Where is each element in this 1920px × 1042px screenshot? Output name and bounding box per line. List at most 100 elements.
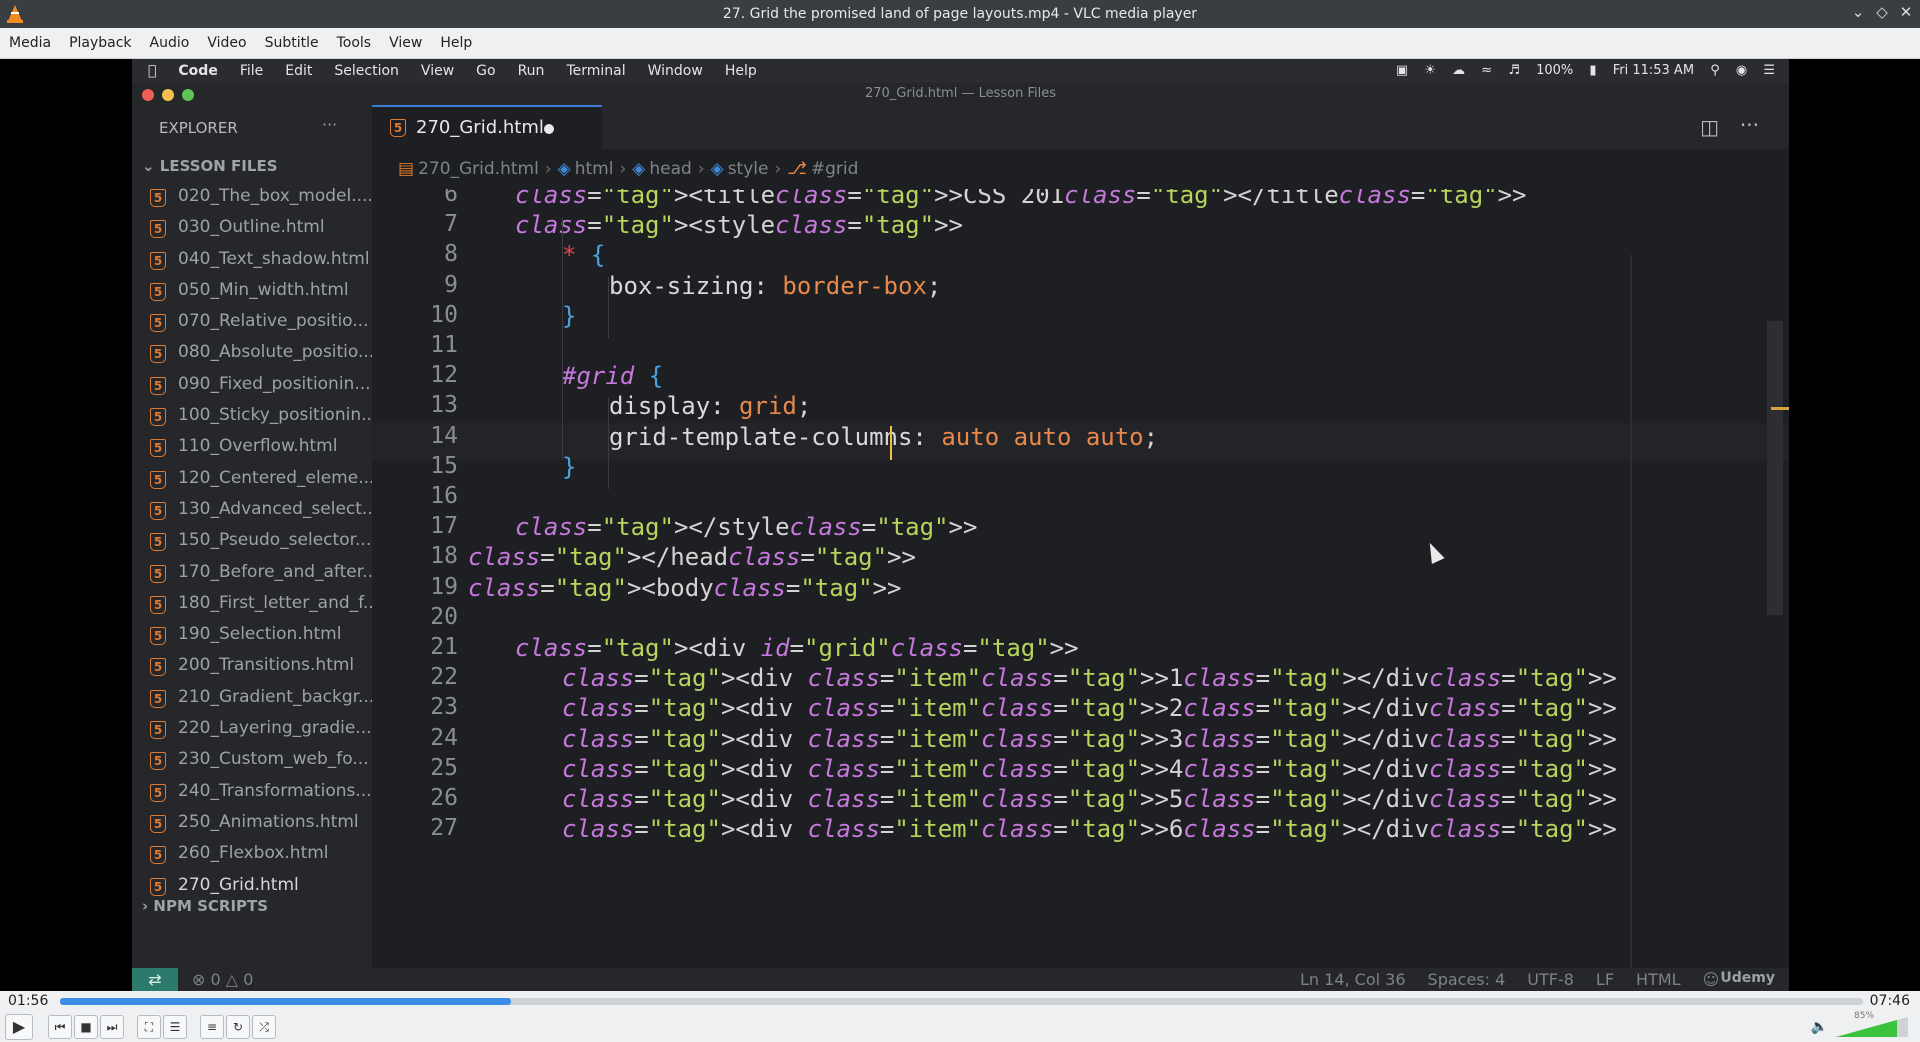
file-item[interactable]: 5 090_Fixed_positionin... <box>132 371 372 402</box>
battery-icon: ▮ <box>1589 63 1597 78</box>
file-item[interactable]: 5 210_Gradient_backgr... <box>132 684 372 715</box>
file-name: 260_Flexbox.html <box>178 843 329 864</box>
file-name: 210_Gradient_backgr... <box>178 686 372 707</box>
maximize-icon[interactable]: ◇ <box>1872 3 1892 21</box>
code-text: display: grid; <box>609 392 812 421</box>
file-item[interactable]: 5 050_Min_width.html <box>132 277 372 308</box>
menu-media[interactable]: Media <box>0 28 60 51</box>
file-item[interactable]: 5 070_Relative_positio... <box>132 308 372 339</box>
line-number: 21 <box>430 634 458 660</box>
code-editor: 5 270_Grid.html ◫ ··· ▤ 270_Grid.html › ◈ ht… <box>372 105 1789 991</box>
file-name: 170_Before_and_after... <box>178 561 372 582</box>
shuffle-button[interactable]: ⤮ <box>252 1015 276 1039</box>
feedback-icon: ☺ <box>1702 970 1720 989</box>
extended-settings-button[interactable]: ☰ <box>163 1015 187 1039</box>
minimize-icon[interactable]: ⌄ <box>1848 3 1868 21</box>
line-number: 13 <box>430 392 458 419</box>
breadcrumb-grid: #grid <box>810 159 859 179</box>
file-item[interactable]: 5 110_Overflow.html <box>132 433 372 464</box>
mac-menu-edit: Edit <box>276 63 312 79</box>
file-item[interactable]: 5 250_Animations.html <box>132 809 372 840</box>
problems-indicator: ⊗ 0 △ 0 <box>192 970 253 989</box>
line-number: 20 <box>430 603 458 630</box>
volume-fill <box>1836 1020 1897 1037</box>
speaker-icon[interactable]: 🔈 <box>1811 1019 1828 1035</box>
file-item[interactable]: 5 040_Text_shadow.html <box>132 246 372 277</box>
line-number: 27 <box>430 815 458 842</box>
scrollbar-thumb <box>1767 321 1783 615</box>
html5-icon: 5 <box>150 470 166 489</box>
menu-subtitle[interactable]: Subtitle <box>256 28 328 51</box>
menu-video[interactable]: Video <box>198 28 255 51</box>
file-name: 180_First_letter_and_f... <box>178 592 372 613</box>
wifi-icon: ≈ <box>1481 63 1493 78</box>
file-item[interactable]: 5 180_First_letter_and_f... <box>132 590 372 621</box>
file-item[interactable]: 5 240_Transformations... <box>132 778 372 809</box>
menu-tools[interactable]: Tools <box>328 28 381 51</box>
line-number: 23 <box>430 694 458 721</box>
file-item[interactable]: 5 100_Sticky_positionin... <box>132 402 372 433</box>
stop-button[interactable]: ■ <box>74 1015 98 1039</box>
file-item[interactable]: 5 150_Pseudo_selector... <box>132 527 372 558</box>
file-name: 080_Absolute_positio... <box>178 342 372 363</box>
line-number: 7 <box>444 211 458 238</box>
file-name: 200_Transitions.html <box>178 655 355 676</box>
remote-icon: ⇄ <box>132 968 178 991</box>
file-name: 120_Centered_eleme... <box>178 467 372 488</box>
file-item[interactable]: 5 230_Custom_web_fo... <box>132 746 372 777</box>
line-number: 11 <box>430 332 458 358</box>
file-item[interactable]: 5 200_Transitions.html <box>132 652 372 683</box>
chevron-right-icon: › <box>142 897 154 915</box>
html5-icon: 5 <box>150 314 166 333</box>
html5-icon: 5 <box>150 376 166 395</box>
line-number: 26 <box>430 785 458 811</box>
close-icon[interactable]: ✕ <box>1896 3 1916 21</box>
indent-guide <box>562 217 563 459</box>
file-item[interactable]: 5 130_Advanced_select... <box>132 496 372 527</box>
vertical-ruler <box>1630 255 1632 985</box>
fullscreen-button[interactable]: ⛶ <box>137 1015 161 1039</box>
code-text: * { <box>562 241 606 270</box>
file-item[interactable]: 5 170_Before_and_after... <box>132 559 372 590</box>
line-number: 6 <box>444 189 458 207</box>
html5-icon: 5 <box>390 119 406 137</box>
playlist-button[interactable]: ≡ <box>200 1015 224 1039</box>
explorer-title: EXPLORER <box>159 119 238 137</box>
file-item[interactable]: 5 120_Centered_eleme... <box>132 465 372 496</box>
window-title: 27. Grid the promised land of page layou… <box>722 6 1198 22</box>
more-actions-icon: ··· <box>322 115 338 134</box>
menu-playback[interactable]: Playback <box>60 28 140 51</box>
loop-button[interactable]: ↻ <box>226 1015 250 1039</box>
html5-icon: 5 <box>150 783 166 802</box>
file-name: 220_Layering_gradie... <box>178 718 372 739</box>
editor-more-icon: ··· <box>1739 113 1759 137</box>
file-name: 090_Fixed_positionin... <box>178 373 371 394</box>
menu-audio[interactable]: Audio <box>141 28 199 51</box>
file-item[interactable]: 5 020_The_box_model.... <box>132 183 372 214</box>
seek-bar[interactable] <box>60 998 1863 1005</box>
previous-button[interactable]: ⏮ <box>48 1015 72 1039</box>
file-item[interactable]: 5 190_Selection.html <box>132 621 372 652</box>
file-item[interactable]: 5 220_Layering_gradie... <box>132 715 372 746</box>
file-name: 240_Transformations... <box>178 780 372 801</box>
file-item[interactable]: 5 080_Absolute_positio... <box>132 339 372 370</box>
file-item[interactable]: 5 030_Outline.html <box>132 214 372 245</box>
menu-view[interactable]: View <box>380 28 431 51</box>
file-name: 020_The_box_model.... <box>178 186 372 206</box>
video-frame[interactable]: Code File Edit Selection View Go Run Terminal W… <box>0 59 1920 991</box>
volume-slider[interactable]: 85% <box>1836 1011 1908 1037</box>
minimize-dot-icon <box>162 89 174 101</box>
next-button[interactable]: ⏭ <box>100 1015 124 1039</box>
menu-help[interactable]: Help <box>431 28 481 51</box>
line-number: 19 <box>430 573 458 600</box>
tab-bar: 5 270_Grid.html ◫ ··· <box>372 105 1789 151</box>
line-number: 9 <box>444 271 458 298</box>
play-button[interactable]: ▶ <box>5 1014 33 1040</box>
udemy-watermark: Udemy <box>1720 970 1775 986</box>
language-mode: HTML <box>1636 970 1681 989</box>
mac-menu-bar: Code File Edit Selection View Go Run Terminal W… <box>132 59 1789 83</box>
volume-label: 85% <box>1854 1011 1875 1021</box>
siri-icon: ◉ <box>1735 63 1748 78</box>
spotlight-icon: ⚲ <box>1710 63 1720 78</box>
file-item[interactable]: 5 260_Flexbox.html <box>132 840 372 871</box>
